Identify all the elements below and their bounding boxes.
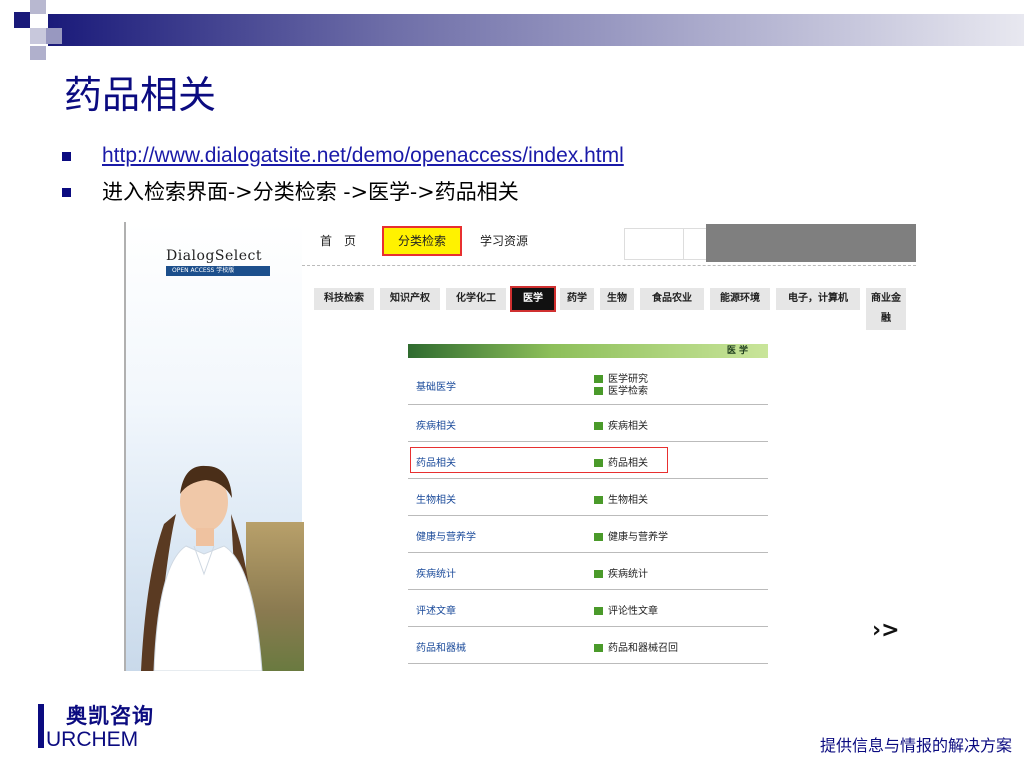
- highlight-box: [410, 447, 668, 473]
- left-panel: DialogSelect OPEN ACCESS 学校版: [124, 222, 304, 671]
- website-screenshot: DialogSelect OPEN ACCESS 学校版 首页 分类检索 学习资…: [124, 222, 916, 671]
- nav-grey-area: [706, 224, 916, 262]
- medicine-table-header: 医 学: [408, 344, 768, 358]
- category-food-agriculture[interactable]: 食品农业: [640, 288, 704, 310]
- category-medicine[interactable]: 医学: [510, 286, 556, 312]
- row-sub-link[interactable]: 评论性文章: [594, 602, 658, 617]
- green-square-icon: [594, 644, 603, 652]
- slide-title: 药品相关: [64, 73, 217, 117]
- decor-square: [46, 28, 62, 44]
- row-sub-link[interactable]: 疾病统计: [594, 565, 648, 580]
- decor-square: [30, 0, 46, 14]
- decor-square: [14, 12, 30, 28]
- row-link[interactable]: 生物相关: [416, 491, 456, 506]
- table-header-label: 医 学: [726, 346, 748, 356]
- row-link[interactable]: 基础医学: [416, 378, 456, 393]
- company-name-cn: 奥凯咨询: [66, 704, 154, 728]
- table-row: 生物相关 生物相关: [408, 479, 768, 516]
- table-row: 疾病统计 疾病统计: [408, 553, 768, 590]
- table-row: 疾病相关 疾病相关: [408, 405, 768, 442]
- table-row: 基础医学 医学研究 医学检索: [408, 362, 768, 405]
- category-biology[interactable]: 生物: [600, 288, 634, 310]
- category-energy-environment[interactable]: 能源环境: [710, 288, 770, 310]
- row-sub-link[interactable]: 药品和器械召回: [594, 639, 678, 654]
- nav-home[interactable]: 首页: [320, 232, 368, 249]
- logo-subtitle: OPEN ACCESS 学校版: [166, 266, 270, 276]
- row-sub-link[interactable]: 疾病相关: [594, 417, 648, 432]
- tagline: 提供信息与情报的解决方案: [819, 736, 1012, 755]
- top-navigation: 首页 分类检索 学习资源: [302, 222, 916, 266]
- bullet-marker: [62, 152, 71, 161]
- steps-text: 进入检索界面->分类检索 ->医学->药品相关: [102, 180, 519, 204]
- row-link[interactable]: 疾病相关: [416, 417, 456, 432]
- row-link[interactable]: 评述文章: [416, 602, 456, 617]
- nav-classified-search[interactable]: 分类检索: [382, 226, 462, 256]
- category-electronics-computer[interactable]: 电子，计算机: [776, 288, 860, 310]
- row-sub-link[interactable]: 医学检索: [594, 382, 648, 397]
- green-square-icon: [594, 533, 603, 541]
- next-arrow-icon[interactable]: ›>: [872, 618, 900, 643]
- table-row: 评述文章 评论性文章: [408, 590, 768, 627]
- nav-learning-resources[interactable]: 学习资源: [480, 232, 528, 249]
- student-photo: [141, 465, 263, 671]
- green-square-icon: [594, 387, 603, 395]
- bullet-marker: [62, 188, 71, 197]
- url-link[interactable]: http://www.dialogatsite.net/demo/openacc…: [102, 142, 624, 170]
- row-sub-link[interactable]: 健康与营养学: [594, 528, 668, 543]
- green-square-icon: [594, 607, 603, 615]
- row-link[interactable]: 健康与营养学: [416, 528, 476, 543]
- decor-square: [30, 46, 46, 60]
- green-square-icon: [594, 422, 603, 430]
- decor-square: [30, 28, 46, 44]
- row-sub-link[interactable]: 生物相关: [594, 491, 648, 506]
- green-square-icon: [594, 570, 603, 578]
- category-business-finance[interactable]: 商业金融: [866, 288, 906, 330]
- company-name-en: URCHEM: [46, 728, 139, 751]
- logo-bar: [38, 704, 44, 748]
- dialogselect-logo: DialogSelect: [166, 248, 263, 264]
- table-row: 药品和器械 药品和器械召回: [408, 627, 768, 664]
- green-square-icon: [594, 496, 603, 504]
- row-link[interactable]: 疾病统计: [416, 565, 456, 580]
- category-chemistry[interactable]: 化学化工: [446, 288, 506, 310]
- table-row: 健康与营养学 健康与营养学: [408, 516, 768, 553]
- category-pharmacy[interactable]: 药学: [560, 288, 594, 310]
- nav-empty-tab: [624, 228, 684, 260]
- row-link[interactable]: 药品和器械: [416, 639, 466, 654]
- category-tech[interactable]: 科技检索: [314, 288, 374, 310]
- category-ip[interactable]: 知识产权: [380, 288, 440, 310]
- title-bar-decoration: [48, 14, 1024, 46]
